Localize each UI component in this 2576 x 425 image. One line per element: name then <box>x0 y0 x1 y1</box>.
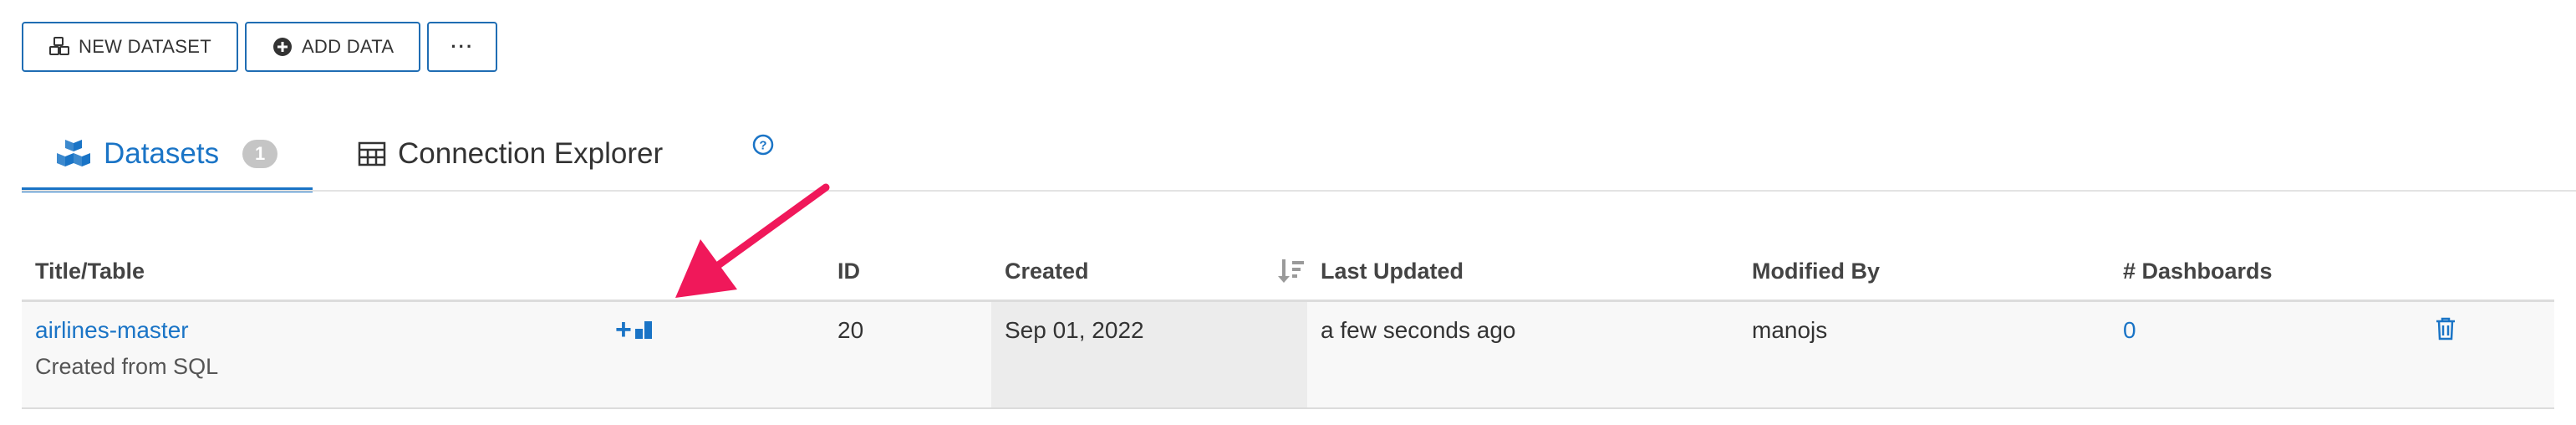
table-icon <box>358 141 386 166</box>
add-data-label: ADD DATA <box>301 36 395 57</box>
col-id[interactable]: ID <box>837 243 860 300</box>
dataset-subtitle: Created from SQL <box>35 354 219 379</box>
dataset-id: 20 <box>837 317 864 343</box>
trash-icon[interactable] <box>2434 316 2457 341</box>
tab-connection-explorer-label: Connection Explorer <box>398 137 664 170</box>
col-created[interactable]: Created <box>1005 243 1089 300</box>
more-options-label: ··· <box>451 36 475 57</box>
tab-connection-explorer[interactable]: Connection Explorer <box>358 117 663 191</box>
cubes-icon <box>49 37 69 55</box>
bar-chart-icon <box>634 321 652 339</box>
table-header: Title/Table ID Created Last Updated Modi… <box>22 243 2554 302</box>
plus-circle-icon <box>272 38 292 56</box>
dataset-dashboards-count[interactable]: 0 <box>2123 317 2136 344</box>
question-circle-icon[interactable]: ? <box>752 134 774 156</box>
datasets-count-badge: 1 <box>242 140 278 168</box>
tab-divider <box>22 190 2576 192</box>
add-data-button[interactable]: ADD DATA <box>244 22 421 72</box>
dataset-modified-by: manojs <box>1752 317 1828 343</box>
tab-bar: Datasets 1 Connection Explorer <box>22 117 2576 192</box>
cubes-icon <box>57 140 90 166</box>
col-modified-by[interactable]: Modified By <box>1752 243 1880 300</box>
dataset-created: Sep 01, 2022 <box>1005 317 1144 343</box>
tab-datasets[interactable]: Datasets 1 <box>22 117 313 192</box>
col-title[interactable]: Title/Table <box>35 243 145 300</box>
dataset-last-updated: a few seconds ago <box>1321 317 1516 343</box>
table-row: airlines-master Created from SQL + 20 Se… <box>22 302 2554 409</box>
sort-descending-icon[interactable] <box>1275 254 1309 288</box>
svg-text:?: ? <box>759 139 766 153</box>
dataset-title-link[interactable]: airlines-master <box>35 317 189 344</box>
col-dashboards[interactable]: # Dashboards <box>2123 243 2273 300</box>
new-dataset-label: NEW DATASET <box>79 36 211 57</box>
plus-icon: + <box>615 314 632 346</box>
more-options-button[interactable]: ··· <box>427 22 498 72</box>
new-dataset-button[interactable]: NEW DATASET <box>22 22 238 72</box>
new-dashboard-button[interactable]: + <box>615 315 655 344</box>
toolbar: NEW DATASET ADD DATA ··· <box>22 22 498 72</box>
col-last-updated[interactable]: Last Updated <box>1321 243 1464 300</box>
tab-datasets-label: Datasets <box>104 137 220 170</box>
